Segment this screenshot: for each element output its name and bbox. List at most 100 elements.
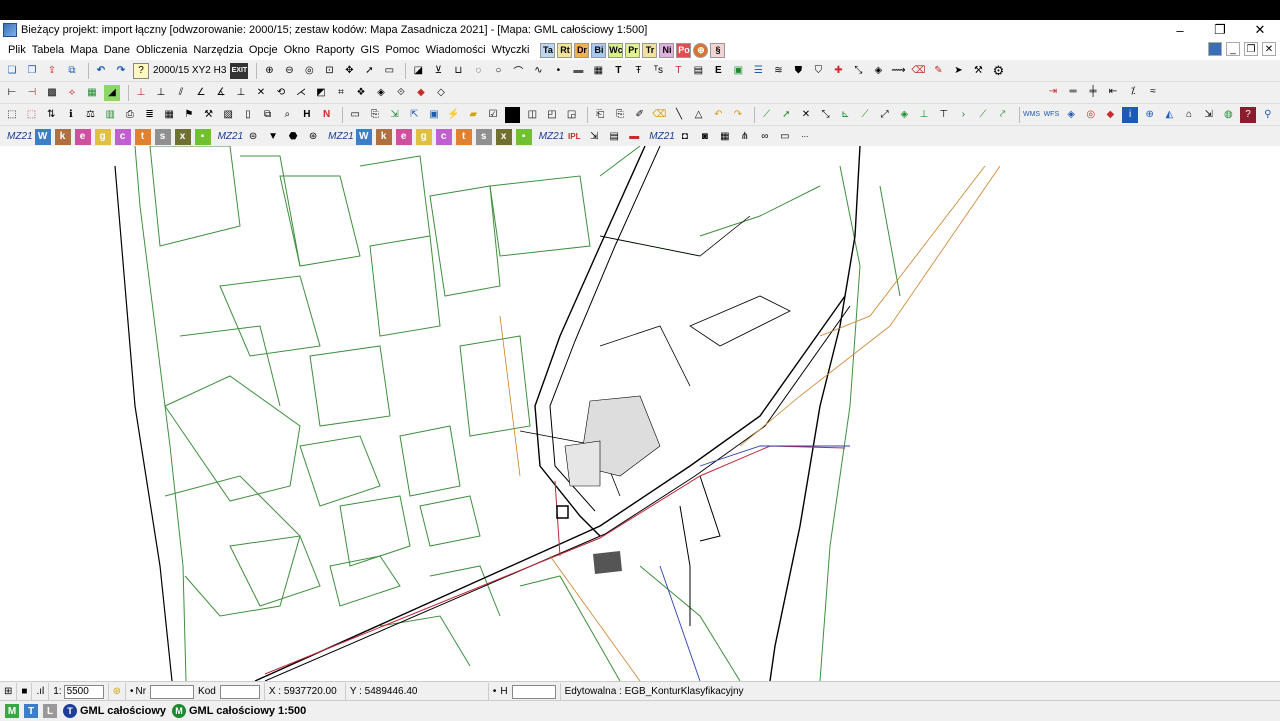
- mdi-restore-button[interactable]: ❐: [1244, 42, 1258, 56]
- snap-free-icon[interactable]: ⤤: [995, 107, 1011, 123]
- map-icon[interactable]: ▧: [220, 107, 236, 123]
- draw-arc-icon[interactable]: ⌒: [510, 63, 526, 79]
- geo-globe-green-icon[interactable]: ◍: [1221, 107, 1237, 123]
- frame3-icon[interactable]: ◲: [564, 107, 580, 123]
- wand-icon[interactable]: ⚡: [446, 107, 462, 123]
- rt-icon[interactable]: Rt: [557, 42, 573, 58]
- flag-icon[interactable]: ⚑: [181, 107, 197, 123]
- status-square-icon[interactable]: ■: [17, 683, 33, 700]
- export-icon[interactable]: ⇲: [387, 107, 403, 123]
- printer-icon[interactable]: ⎙: [122, 107, 138, 123]
- vertex-icon[interactable]: ⟡: [64, 85, 80, 101]
- area-icon[interactable]: ▩: [44, 85, 60, 101]
- pointer-icon[interactable]: ➤: [950, 63, 966, 79]
- menu-mapa[interactable]: Mapa: [67, 44, 101, 56]
- menu-wtyczki[interactable]: Wtyczki: [489, 44, 533, 56]
- zoom-window-icon[interactable]: ⊡: [321, 63, 337, 79]
- pages-icon[interactable]: ⧉: [260, 107, 276, 123]
- ta-icon[interactable]: Ta: [540, 42, 556, 58]
- draw-circle-icon[interactable]: ○: [490, 63, 506, 79]
- folder-icon[interactable]: ▰: [465, 107, 481, 123]
- zoom-all-icon[interactable]: ◎: [301, 63, 317, 79]
- base-icon[interactable]: ⊥: [233, 85, 249, 101]
- mz-ipl-icon[interactable]: IPL: [566, 129, 582, 145]
- map-canvas[interactable]: [0, 146, 1280, 681]
- measure-icon[interactable]: ⤡: [850, 63, 866, 79]
- eraser-yellow-icon[interactable]: ⌫: [651, 107, 667, 123]
- clipboard-icon[interactable]: ⎗: [592, 107, 608, 123]
- pan-icon[interactable]: ✥: [341, 63, 357, 79]
- doc-zoom-icon[interactable]: ⌕: [279, 107, 295, 123]
- pencil-icon[interactable]: ✎: [930, 63, 946, 79]
- menu-opcje[interactable]: Opcje: [246, 44, 281, 56]
- crs-label[interactable]: 2000/15 XY2 H3: [153, 65, 226, 76]
- color-black-icon[interactable]: [504, 106, 521, 123]
- mdi-close-button[interactable]: ✕: [1262, 42, 1276, 56]
- table-icon[interactable]: ▦: [161, 107, 177, 123]
- mz-table-icon[interactable]: ▦: [717, 129, 733, 145]
- tool-icon[interactable]: ⚒: [201, 107, 217, 123]
- edit-split-icon[interactable]: ⊣: [24, 85, 40, 101]
- balance-icon[interactable]: ⚖: [83, 107, 99, 123]
- bisect-icon[interactable]: ⋌: [293, 85, 309, 101]
- snap-node-icon[interactable]: ◈: [897, 107, 913, 123]
- tab-gml-table[interactable]: T GML całościowy: [63, 704, 166, 718]
- angle2-icon[interactable]: ∡: [213, 85, 229, 101]
- menu-okno[interactable]: Okno: [281, 44, 313, 56]
- help-icon[interactable]: ?: [133, 62, 149, 79]
- zoom-in-icon[interactable]: ⊕: [261, 63, 277, 79]
- mz-dots-icon[interactable]: ▪: [194, 128, 211, 145]
- mz-sign2-icon[interactable]: ▼: [265, 129, 281, 145]
- snap-tan-icon[interactable]: ⤡: [818, 107, 834, 123]
- geo-globe-icon[interactable]: ⊕: [1142, 107, 1158, 123]
- order-icon[interactable]: ⇅: [43, 107, 59, 123]
- snap-base-icon[interactable]: ⊥: [916, 107, 932, 123]
- geo-info-icon[interactable]: i: [1122, 106, 1138, 123]
- snap-icon[interactable]: ⟿: [890, 63, 906, 79]
- save-icon[interactable]: ▣: [426, 107, 442, 123]
- menu-gis[interactable]: GIS: [357, 44, 382, 56]
- diamond-icon[interactable]: ◈: [373, 85, 389, 101]
- dim-slash-icon[interactable]: ⁒: [1125, 84, 1141, 100]
- draw-circle3-icon[interactable]: ◌: [470, 63, 486, 79]
- paragraph-icon[interactable]: §: [710, 42, 726, 58]
- mz2-s-icon[interactable]: s: [475, 128, 492, 145]
- mz2-g-icon[interactable]: g: [415, 128, 432, 145]
- redo-icon[interactable]: ↷: [113, 63, 129, 79]
- intersect-icon[interactable]: ✕: [253, 85, 269, 101]
- diamond-net-icon[interactable]: ⟐: [393, 85, 409, 101]
- mz-square-icon[interactable]: ◙: [697, 129, 713, 145]
- stack-icon[interactable]: ≣: [142, 107, 158, 123]
- symbol-e-icon[interactable]: E: [710, 63, 726, 79]
- mz-sign1-icon[interactable]: ⊜: [245, 129, 261, 145]
- menu-narzedzia[interactable]: Narzędzia: [190, 44, 246, 56]
- nr-input[interactable]: [150, 684, 195, 699]
- maximize-button[interactable]: ❐: [1200, 20, 1240, 40]
- geo-pin-icon[interactable]: ⚲: [1260, 107, 1276, 123]
- import-doc-icon[interactable]: ⇱: [406, 107, 422, 123]
- page-icon[interactable]: ▯: [240, 107, 256, 123]
- t-window-icon[interactable]: T: [24, 704, 38, 718]
- redo-yellow-icon[interactable]: ↷: [730, 107, 746, 123]
- scale-input[interactable]: 5500: [63, 684, 104, 699]
- menu-obliczenia[interactable]: Obliczenia: [133, 44, 190, 56]
- geo-diamond-icon[interactable]: ◈: [1063, 107, 1079, 123]
- open-icon[interactable]: ❐: [24, 63, 40, 79]
- geo-target-icon[interactable]: ◎: [1083, 107, 1099, 123]
- mz2-dots-icon[interactable]: ▪: [515, 128, 532, 145]
- zoom-out-icon[interactable]: ⊖: [281, 63, 297, 79]
- pr-icon[interactable]: Pr: [625, 42, 641, 58]
- info-icon[interactable]: ℹ: [63, 107, 79, 123]
- mz-t-icon[interactable]: t: [134, 128, 151, 145]
- mz-s-icon[interactable]: s: [154, 128, 171, 145]
- snap-diag-icon[interactable]: ⟋: [975, 107, 991, 123]
- status-chart-icon[interactable]: .ıl: [32, 683, 50, 700]
- text-frame-icon[interactable]: T: [670, 63, 686, 79]
- close-button[interactable]: ✕: [1240, 20, 1280, 40]
- node-icon[interactable]: ◈: [870, 63, 886, 79]
- kod-input[interactable]: [219, 684, 260, 699]
- snap-line-icon[interactable]: ⟋: [759, 107, 775, 123]
- snap-end-icon[interactable]: ⟋: [857, 107, 873, 123]
- map-drawing[interactable]: [0, 146, 1280, 681]
- dim-line-icon[interactable]: ═: [1065, 84, 1081, 100]
